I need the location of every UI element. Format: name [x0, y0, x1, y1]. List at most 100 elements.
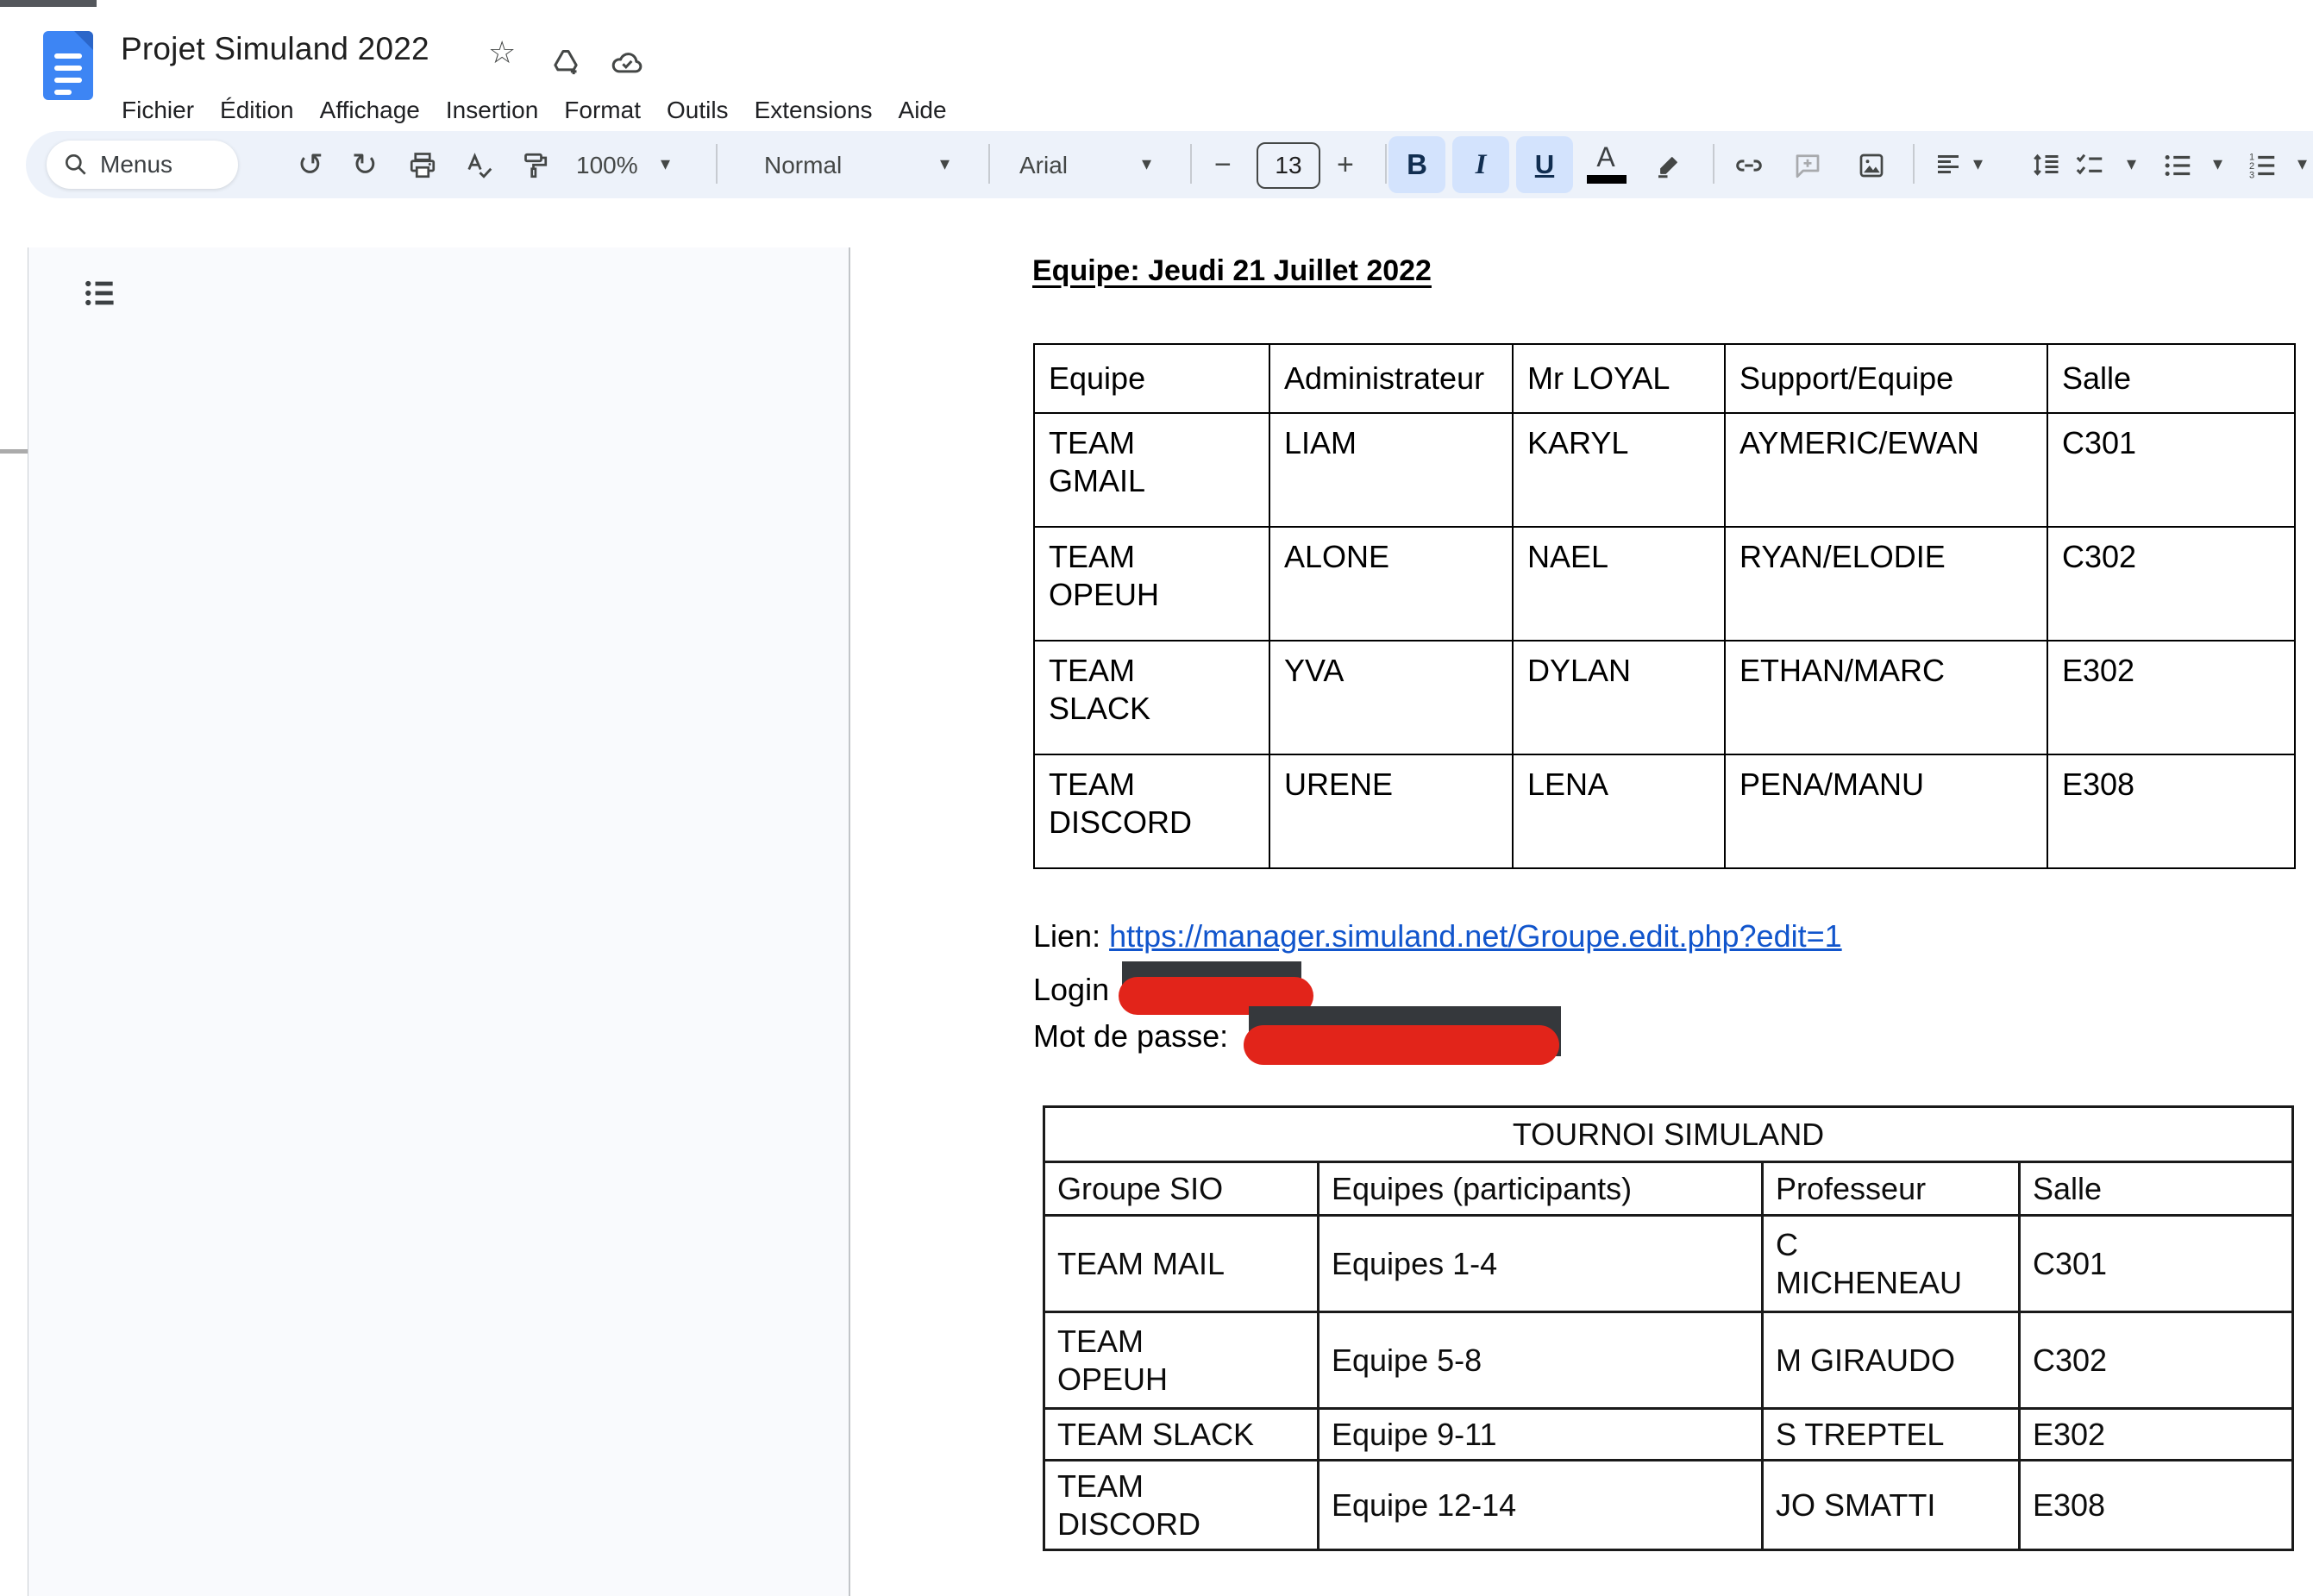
document-status-cloud-icon[interactable] — [609, 45, 645, 79]
spellcheck-button[interactable] — [461, 147, 497, 184]
table-cell: C301 — [2020, 1216, 2293, 1312]
menu-extensions[interactable]: Extensions — [742, 91, 886, 129]
font-caret-icon: ▾ — [1142, 153, 1151, 175]
table-cell: Equipe 5-8 — [1319, 1312, 1763, 1409]
document-page[interactable]: Equipe: Jeudi 21 Juillet 2022 Equipe Adm… — [850, 247, 2313, 1596]
table-row: TEAM SLACK YVA DYLAN ETHAN/MARC E302 — [1034, 641, 2295, 754]
table-cell: PENA/MANU — [1725, 754, 2047, 868]
ruler[interactable]: 2 1 1 2 3 4 5 6 7 8 9 10 11 12 13 14 15 … — [0, 207, 2313, 247]
bold-button[interactable]: B — [1388, 136, 1445, 193]
redo-button[interactable]: ↻ — [347, 147, 383, 184]
window-corner-artifact — [0, 0, 97, 7]
text-color-bar — [1587, 175, 1627, 184]
table-cell: YVA — [1269, 641, 1513, 754]
table-header-cell: Groupe SIO — [1044, 1162, 1319, 1216]
numbered-list-caret-icon: ▾ — [2297, 153, 2307, 175]
table-row: TEAM SLACK Equipe 9-11 S TREPTEL E302 — [1044, 1409, 2293, 1461]
table-header-cell: Professeur — [1763, 1162, 2020, 1216]
paragraph-style-select[interactable]: Normal — [764, 152, 842, 179]
show-document-outline-button[interactable] — [76, 269, 124, 317]
align-caret-icon: ▾ — [1973, 153, 1983, 175]
checklist-caret-icon: ▾ — [2127, 153, 2136, 175]
top-bar: Projet Simuland 2022 ☆ Fichier Édition A… — [0, 0, 2313, 129]
docs-logo-line — [54, 66, 82, 71]
move-to-folder-icon[interactable] — [548, 45, 583, 79]
table-cell: AYMERIC/EWAN — [1725, 413, 2047, 527]
menu-affichage[interactable]: Affichage — [307, 91, 433, 129]
document-outline-panel — [28, 247, 849, 1596]
document-title[interactable]: Projet Simuland 2022 — [121, 31, 429, 67]
table-cell: C302 — [2020, 1312, 2293, 1409]
star-icon[interactable]: ☆ — [488, 38, 516, 69]
style-caret-icon: ▾ — [940, 153, 950, 175]
docs-logo-line — [54, 90, 72, 95]
paint-format-button[interactable] — [517, 147, 553, 184]
font-family-select[interactable]: Arial — [1019, 152, 1068, 179]
italic-button[interactable]: I — [1452, 136, 1509, 193]
toolbar-divider — [1713, 144, 1714, 184]
table-cell: TEAM GMAIL — [1034, 413, 1269, 527]
table-header-row: Equipe Administrateur Mr LOYAL Support/E… — [1034, 344, 2295, 413]
menu-outils[interactable]: Outils — [654, 91, 742, 129]
table-cell: LIAM — [1269, 413, 1513, 527]
simuland-link[interactable]: https://manager.simuland.net/Groupe.edit… — [1109, 918, 1842, 954]
equipe-table[interactable]: Equipe Administrateur Mr LOYAL Support/E… — [1033, 343, 2296, 869]
table-cell: URENE — [1269, 754, 1513, 868]
highlight-color-button[interactable] — [1651, 147, 1687, 184]
document-heading[interactable]: Equipe: Jeudi 21 Juillet 2022 — [1032, 254, 1432, 288]
table-cell: TEAM OPEUH — [1044, 1312, 1319, 1409]
menu-insertion[interactable]: Insertion — [433, 91, 551, 129]
table-header-cell: Salle — [2047, 344, 2295, 413]
font-size-input[interactable]: 13 — [1257, 142, 1320, 189]
table-cell: RYAN/ELODIE — [1725, 527, 2047, 641]
toolbar-divider — [1385, 144, 1387, 184]
print-button[interactable] — [404, 147, 441, 184]
menus-label: Menus — [100, 151, 172, 178]
menu-fichier[interactable]: Fichier — [109, 91, 207, 129]
docs-logo-fold — [74, 31, 93, 50]
line-spacing-button[interactable] — [2028, 147, 2065, 184]
underline-button[interactable]: U — [1516, 136, 1573, 193]
undo-button[interactable]: ↺ — [292, 147, 329, 184]
toolbar-divider — [716, 144, 718, 184]
numbered-list-button[interactable]: 1 2 3 — [2244, 147, 2280, 184]
table-cell: TEAM OPEUH — [1034, 527, 1269, 641]
menu-edition[interactable]: Édition — [207, 91, 307, 129]
table-cell: KARYL — [1513, 413, 1725, 527]
password-label: Mot de passe: — [1033, 1018, 1228, 1055]
table-cell: TEAM SLACK — [1044, 1409, 1319, 1461]
table-row: TEAM GMAIL LIAM KARYL AYMERIC/EWAN C301 — [1034, 413, 2295, 527]
menu-format[interactable]: Format — [551, 91, 654, 129]
bulleted-list-button[interactable] — [2159, 147, 2196, 184]
menu-bar: Fichier Édition Affichage Insertion Form… — [109, 91, 960, 129]
table-cell: Equipe 12-14 — [1319, 1461, 1763, 1550]
table-cell: E308 — [2047, 754, 2295, 868]
align-button[interactable] — [1930, 147, 1966, 184]
insert-link-button[interactable] — [1731, 147, 1767, 184]
table-header-cell: Support/Equipe — [1725, 344, 2047, 413]
bold-icon: B — [1407, 148, 1427, 181]
table-cell: C302 — [2047, 527, 2295, 641]
table-cell: E302 — [2047, 641, 2295, 754]
add-comment-button[interactable] — [1790, 147, 1826, 184]
zoom-caret-icon: ▾ — [661, 153, 670, 175]
menu-aide[interactable]: Aide — [886, 91, 960, 129]
text-color-button[interactable]: A — [1583, 141, 1628, 173]
tournoi-table-image[interactable]: TOURNOI SIMULAND Groupe SIO Equipes (par… — [1043, 1105, 2294, 1551]
italic-icon: I — [1476, 149, 1487, 181]
increase-font-size-button[interactable]: + — [1337, 148, 1354, 182]
table-cell: M GIRAUDO — [1763, 1312, 2020, 1409]
insert-image-button[interactable] — [1853, 147, 1890, 184]
table-header-cell: Equipes (participants) — [1319, 1162, 1763, 1216]
table-row: TEAM OPEUH Equipe 5-8 M GIRAUDO C302 — [1044, 1312, 2293, 1409]
table-cell: Equipe 9-11 — [1319, 1409, 1763, 1461]
google-docs-logo-icon[interactable] — [43, 31, 93, 100]
password-redaction-red-overlay — [1244, 1025, 1559, 1065]
table-cell: ETHAN/MARC — [1725, 641, 2047, 754]
checklist-button[interactable] — [2072, 147, 2108, 184]
decrease-font-size-button[interactable]: − — [1214, 148, 1232, 182]
zoom-select[interactable]: 100% — [576, 152, 638, 179]
search-menus-button[interactable]: Menus — [47, 141, 238, 189]
table-title-row: TOURNOI SIMULAND — [1044, 1107, 2293, 1162]
table-header-cell: Salle — [2020, 1162, 2293, 1216]
